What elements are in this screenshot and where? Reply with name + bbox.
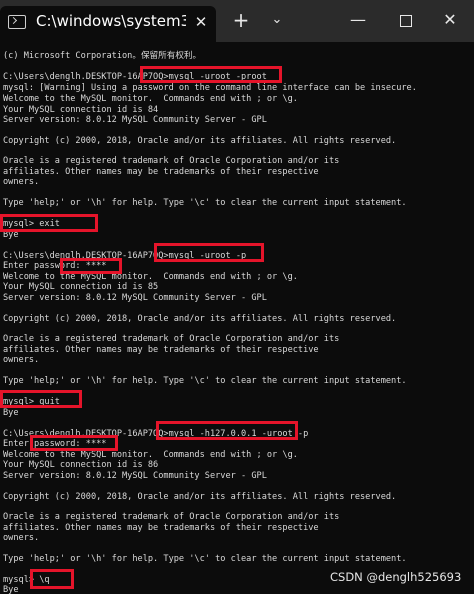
console-line: Your MySQL connection id is 85 (3, 282, 159, 292)
console-line: owners. (3, 355, 40, 365)
console-line: Oracle is a registered trademark of Orac… (3, 156, 340, 166)
highlight-box (0, 390, 82, 408)
highlight-box (30, 435, 118, 451)
console-line: affiliates. Other names may be trademark… (3, 167, 319, 177)
tab-title: C:\windows\system32\ (36, 12, 186, 30)
console-line: affiliates. Other names may be trademark… (3, 523, 319, 533)
console-line: Bye (3, 585, 19, 594)
console-line: Type 'help;' or '\h' for help. Type '\c'… (3, 198, 407, 208)
maximize-icon (400, 14, 412, 27)
console-line: Copyright (c) 2000, 2018, Oracle and/or … (3, 492, 397, 502)
chevron-down-icon[interactable]: ⌄ (266, 6, 288, 34)
console-line: Server version: 8.0.12 MySQL Community S… (3, 471, 267, 481)
console-line: Copyright (c) 2000, 2018, Oracle and/or … (3, 136, 397, 146)
watermark: CSDN @denglh525693 (330, 570, 462, 584)
console-line: affiliates. Other names may be trademark… (3, 345, 319, 355)
console-output[interactable]: (c) Microsoft Corporation。保留所有权利。 C:\Use… (0, 42, 474, 594)
maximize-button[interactable] (392, 6, 420, 34)
highlight-box (156, 421, 298, 440)
highlight-box (0, 214, 98, 232)
highlight-box (154, 243, 264, 262)
minimize-button[interactable]: — (344, 6, 372, 34)
console-line: Copyright (c) 2000, 2018, Oracle and/or … (3, 314, 397, 324)
console-line: Server version: 8.0.12 MySQL Community S… (3, 293, 267, 303)
console-line: Your MySQL connection id is 86 (3, 460, 159, 470)
console-line: Bye (3, 408, 19, 418)
close-tab-icon[interactable]: ✕ (190, 11, 212, 33)
terminal-tab[interactable]: C:\windows\system32\ ✕ (0, 6, 216, 42)
console-line: mysql: [Warning] Using a password on the… (3, 83, 417, 93)
title-bar: C:\windows\system32\ ✕ + ⌄ — ✕ (0, 0, 474, 42)
highlight-box (60, 258, 122, 274)
console-line: Oracle is a registered trademark of Orac… (3, 334, 340, 344)
terminal-icon (8, 15, 26, 29)
console-line: (c) Microsoft Corporation。保留所有权利。 (3, 51, 202, 61)
console-line: Oracle is a registered trademark of Orac… (3, 512, 340, 522)
console-line: Type 'help;' or '\h' for help. Type '\c'… (3, 376, 407, 386)
highlight-box (140, 66, 282, 83)
highlight-box (30, 569, 74, 589)
new-tab-button[interactable]: + (228, 6, 254, 34)
console-line: Server version: 8.0.12 MySQL Community S… (3, 115, 267, 125)
close-window-button[interactable]: ✕ (436, 6, 464, 34)
console-line: Type 'help;' or '\h' for help. Type '\c'… (3, 554, 407, 564)
console-line: owners. (3, 177, 40, 187)
console-line: owners. (3, 533, 40, 543)
console-line: Welcome to the MySQL monitor. Commands e… (3, 94, 298, 104)
